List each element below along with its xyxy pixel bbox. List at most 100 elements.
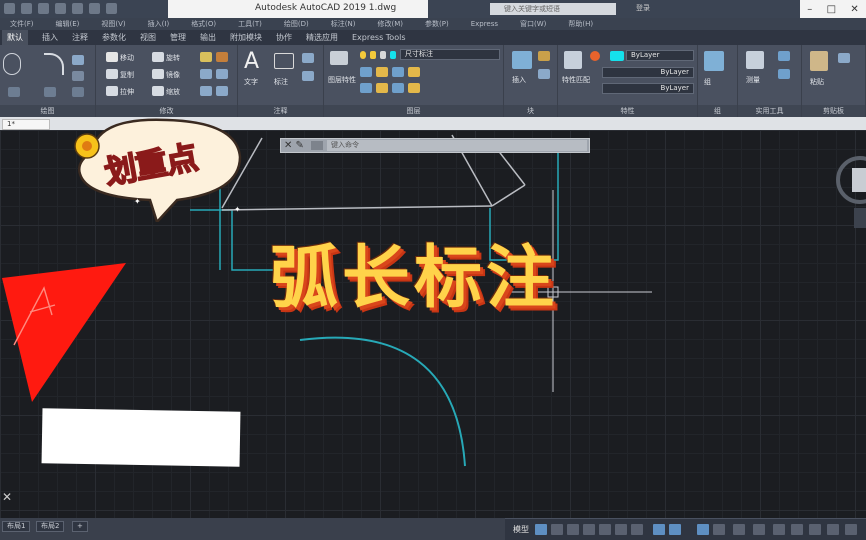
- annotation-scale-icon[interactable]: [697, 524, 709, 535]
- layer-tool-icon[interactable]: [360, 83, 372, 93]
- panel-title-block[interactable]: 块: [504, 105, 557, 117]
- menu-modify[interactable]: 修改(M): [377, 18, 403, 30]
- tab-collaborate[interactable]: 协作: [276, 30, 292, 45]
- measure-icon[interactable]: [746, 51, 764, 69]
- match-properties-button[interactable]: 特性匹配: [562, 75, 590, 85]
- workspace-icon[interactable]: [733, 524, 745, 535]
- save-icon[interactable]: [38, 3, 49, 14]
- ortho-icon[interactable]: [567, 524, 579, 535]
- move-icon[interactable]: [106, 52, 118, 62]
- close-icon[interactable]: ✕: [850, 4, 858, 15]
- color-picker-icon[interactable]: [590, 51, 600, 61]
- menu-parametric[interactable]: 参数(P): [425, 18, 449, 30]
- array-icon[interactable]: [200, 86, 212, 96]
- edit-block-icon[interactable]: [538, 69, 550, 79]
- panel-title-clipboard[interactable]: 剪贴板: [802, 105, 865, 117]
- text-button[interactable]: 文字: [244, 77, 258, 87]
- tab-express-tools[interactable]: Express Tools: [352, 30, 406, 45]
- tab-parametric[interactable]: 参数化: [102, 30, 126, 45]
- explode-icon[interactable]: [216, 69, 228, 79]
- isodraft-icon[interactable]: [599, 524, 611, 535]
- layer-tool-icon[interactable]: [392, 83, 404, 93]
- menu-window[interactable]: 窗口(W): [520, 18, 546, 30]
- new-file-icon[interactable]: [4, 3, 15, 14]
- object-snap-icon[interactable]: [631, 524, 643, 535]
- color-dropdown[interactable]: ByLayer: [626, 50, 694, 61]
- tab-view[interactable]: 视图: [140, 30, 156, 45]
- trim-icon[interactable]: [200, 52, 212, 62]
- tab-featured-apps[interactable]: 精选应用: [306, 30, 338, 45]
- menu-tools[interactable]: 工具(T): [238, 18, 262, 30]
- circle-tool-icon[interactable]: [3, 53, 21, 75]
- layer-tool-icon[interactable]: [408, 83, 420, 93]
- layer-tool-icon[interactable]: [360, 67, 372, 77]
- layer-dropdown[interactable]: 尺寸标注: [400, 49, 500, 60]
- polar-icon[interactable]: [583, 524, 595, 535]
- undo-icon[interactable]: [89, 3, 100, 14]
- customization-icon[interactable]: [845, 524, 857, 535]
- calculator-icon[interactable]: [778, 51, 790, 61]
- linetype-dropdown[interactable]: ByLayer: [602, 67, 694, 78]
- ellipse-tool-icon[interactable]: [44, 87, 56, 97]
- menu-draw[interactable]: 绘图(D): [284, 18, 309, 30]
- quick-select-icon[interactable]: [778, 69, 790, 79]
- menu-express[interactable]: Express: [471, 18, 498, 30]
- quick-access-toolbar[interactable]: [4, 3, 117, 14]
- stretch-button[interactable]: 拉伸: [120, 87, 134, 97]
- hardware-acceleration-icon[interactable]: [827, 524, 839, 535]
- lineweight-dropdown[interactable]: ByLayer: [602, 83, 694, 94]
- layer-lock-icon[interactable]: [380, 51, 386, 59]
- layer-on-icon[interactable]: [360, 51, 366, 59]
- polyline-tool-icon[interactable]: [72, 87, 84, 97]
- layer-tool-icon[interactable]: [376, 83, 388, 93]
- measure-button[interactable]: 测量: [746, 75, 760, 85]
- dimension-tool-icon[interactable]: [274, 53, 294, 69]
- layer-properties-button[interactable]: 图层特性: [328, 75, 356, 85]
- paste-icon[interactable]: [810, 51, 828, 71]
- offset-icon[interactable]: [216, 86, 228, 96]
- transparency-icon[interactable]: [669, 524, 681, 535]
- panel-title-properties[interactable]: 特性: [558, 105, 697, 117]
- rotate-button[interactable]: 旋转: [166, 53, 180, 63]
- file-tab-1[interactable]: 1*: [2, 119, 50, 130]
- menu-dimension[interactable]: 标注(N): [331, 18, 356, 30]
- panel-title-layer[interactable]: 图层: [324, 105, 503, 117]
- object-snap-tracking-icon[interactable]: [615, 524, 627, 535]
- add-icon[interactable]: [791, 524, 803, 535]
- create-block-icon[interactable]: [538, 51, 550, 61]
- stretch-icon[interactable]: [106, 86, 118, 96]
- mirror-button[interactable]: 镜像: [166, 70, 180, 80]
- copy-icon[interactable]: [106, 69, 118, 79]
- settings-gear-icon[interactable]: [773, 524, 785, 535]
- insert-block-icon[interactable]: [512, 51, 532, 69]
- save-as-icon[interactable]: [55, 3, 66, 14]
- leader-icon[interactable]: [302, 53, 314, 63]
- hatch-tool-icon[interactable]: [72, 55, 84, 65]
- add-layout-button[interactable]: +: [72, 521, 88, 532]
- model-space-button[interactable]: 模型: [513, 524, 529, 535]
- scale-icon[interactable]: [152, 86, 164, 96]
- command-history-icon[interactable]: [311, 141, 323, 150]
- tab-output[interactable]: 输出: [200, 30, 216, 45]
- panel-title-utilities[interactable]: 实用工具: [738, 105, 801, 117]
- menu-view[interactable]: 视图(V): [101, 18, 125, 30]
- units-icon[interactable]: [809, 524, 821, 535]
- minimize-icon[interactable]: –: [807, 4, 812, 15]
- layer-freeze-icon[interactable]: [370, 51, 376, 59]
- menu-edit[interactable]: 编辑(E): [56, 18, 80, 30]
- grid-icon[interactable]: [535, 524, 547, 535]
- menu-file[interactable]: 文件(F): [10, 18, 34, 30]
- drawing-canvas[interactable]: ✕ ✎ 键入命令 ✦ ✦ 划重点 弧长标注 ✕: [0, 118, 866, 518]
- tab-insert[interactable]: 插入: [42, 30, 58, 45]
- panel-title-annotate[interactable]: 注释: [238, 105, 323, 117]
- mirror-icon[interactable]: [152, 69, 164, 79]
- sign-in-button[interactable]: 登录: [636, 3, 736, 15]
- open-file-icon[interactable]: [21, 3, 32, 14]
- tab-manage[interactable]: 管理: [170, 30, 186, 45]
- layer-tool-icon[interactable]: [408, 67, 420, 77]
- search-input[interactable]: 键入关键字或短语: [490, 3, 616, 15]
- copy-button[interactable]: 复制: [120, 70, 134, 80]
- layout-tab-2[interactable]: 布局2: [36, 521, 65, 532]
- erase-icon[interactable]: [216, 52, 228, 62]
- copy-clip-icon[interactable]: [838, 53, 850, 63]
